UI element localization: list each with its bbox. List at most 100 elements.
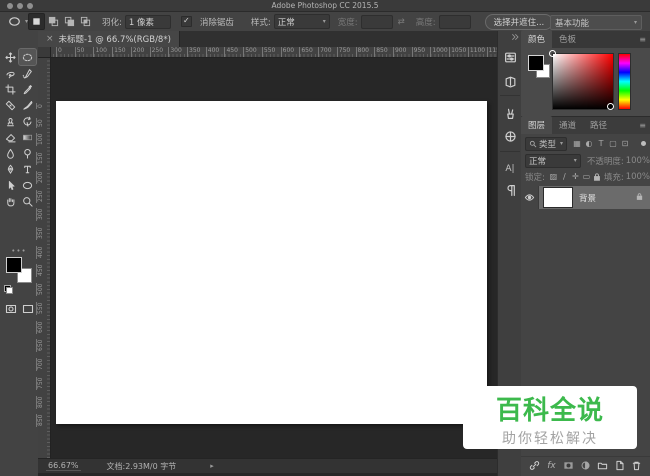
layer-row-background[interactable]: 背景 (521, 186, 650, 209)
tab-channels[interactable]: 通道 (552, 116, 583, 134)
select-and-mask-button[interactable]: 选择并遮住... (484, 13, 554, 30)
eraser-tool[interactable] (2, 129, 19, 145)
layer-visibility-toggle[interactable] (521, 186, 539, 209)
clone-stamp-tool[interactable] (2, 113, 19, 129)
crop-tool[interactable] (2, 81, 19, 97)
current-tool-icon[interactable]: ▾ (8, 15, 28, 28)
v-ruler-label: 300 (36, 207, 44, 222)
filter-pixel-layers-icon[interactable]: ▦ (571, 139, 583, 148)
layer-effects-icon[interactable]: fx (546, 460, 558, 472)
path-selection-tool[interactable] (2, 177, 19, 193)
hue-slider[interactable] (618, 53, 631, 110)
layers-panel-menu-icon[interactable]: ≡ (639, 121, 646, 130)
layer-filter-kind-select[interactable]: 类型 ▾ (525, 136, 568, 151)
h-ruler-label: 350 (187, 47, 200, 57)
zoom-level-field[interactable]: 66.67% (46, 461, 81, 471)
eyedropper-tool[interactable] (19, 81, 36, 97)
blur-tool[interactable] (2, 145, 19, 161)
filter-shape-layers-icon[interactable]: ▢ (607, 139, 619, 148)
clone-source-panel-icon[interactable] (502, 128, 518, 144)
lasso-tool[interactable] (2, 65, 19, 81)
layer-filter-toggle[interactable] (641, 141, 646, 146)
fill-label: 填充: (603, 172, 624, 183)
saturation-brightness-picker[interactable] (552, 53, 614, 110)
elliptical-marquee-tool[interactable] (18, 48, 37, 66)
search-icon (529, 140, 537, 147)
canvas[interactable] (56, 101, 487, 424)
vertical-ruler: 0 50 100 150 200 250 300 350 400 450 500 550 600 650 7… (36, 57, 51, 458)
new-selection-mode-button[interactable] (28, 13, 46, 30)
antialias-checkbox[interactable]: ✓ (180, 16, 192, 27)
link-layers-icon[interactable] (529, 460, 541, 472)
workspace-switcher[interactable]: 基本功能 ▾ (550, 15, 642, 30)
new-layer-icon[interactable] (614, 460, 626, 472)
add-to-selection-mode-button[interactable] (46, 14, 61, 29)
subtract-from-selection-mode-button[interactable] (62, 14, 77, 29)
brush-tool[interactable] (19, 97, 36, 113)
document-tab[interactable]: × 未标题-1 @ 66.7%(RGB/8*) (38, 31, 180, 47)
character-panel-icon[interactable]: A| (502, 161, 518, 177)
lock-artboard-icon[interactable]: ▭ (581, 172, 592, 181)
tab-swatches[interactable]: 色板 (552, 30, 583, 48)
expand-panels-icon[interactable] (511, 33, 519, 44)
ellipse-shape-tool[interactable] (19, 177, 36, 193)
history-brush-tool[interactable] (19, 113, 36, 129)
color-foreground-swatch[interactable] (528, 55, 544, 71)
default-colors-icon[interactable] (4, 285, 13, 294)
hand-tool[interactable] (2, 193, 19, 209)
lock-position-icon[interactable]: ✛ (570, 172, 581, 181)
foreground-color-swatch[interactable] (6, 257, 22, 273)
tab-paths[interactable]: 路径 (583, 116, 614, 134)
lock-pixels-icon[interactable]: ∕ (559, 172, 570, 181)
lock-transparency-icon[interactable]: ▨ (548, 172, 559, 181)
swap-width-height-icon[interactable]: ⇄ (398, 17, 405, 27)
filter-smart-objects-icon[interactable]: ⊡ (619, 139, 631, 148)
v-ruler-label: 200 (36, 170, 44, 184)
feather-input[interactable]: 1 像素 (124, 14, 171, 29)
h-ruler-label: 900 (392, 47, 406, 57)
width-input[interactable] (360, 14, 393, 29)
watermark-title: 百科全说 (495, 396, 604, 426)
spot-healing-brush-tool[interactable] (2, 97, 19, 113)
edit-toolbar-dots[interactable]: ••• (0, 247, 38, 255)
h-ruler-label: 150 (112, 47, 126, 57)
blend-mode-select[interactable]: 正常 ▾ (525, 153, 581, 168)
opacity-value[interactable]: 100% (626, 156, 650, 166)
height-input[interactable] (438, 14, 471, 29)
delete-layer-icon[interactable] (631, 460, 643, 472)
fill-value[interactable]: 100% (626, 172, 650, 182)
quick-mask-mode-button[interactable] (5, 303, 17, 318)
screen-mode-button[interactable] (22, 303, 34, 318)
adjustments-panel-icon[interactable] (502, 49, 518, 65)
zoom-tool[interactable] (19, 193, 36, 209)
titlebar: Adobe Photoshop CC 2015.5 (0, 0, 650, 12)
style-select-caret: ▾ (322, 18, 326, 25)
filter-adjustment-layers-icon[interactable]: ◐ (583, 139, 595, 148)
intersect-selection-mode-button[interactable] (78, 14, 93, 29)
quick-selection-tool[interactable] (19, 65, 36, 81)
dodge-tool[interactable] (19, 145, 36, 161)
move-tool[interactable] (2, 49, 19, 65)
type-tool[interactable] (19, 161, 36, 177)
paragraph-panel-icon[interactable] (502, 182, 518, 198)
gradient-tool[interactable] (19, 129, 36, 145)
close-document-icon[interactable]: × (46, 34, 54, 44)
v-ruler-label: 350 (36, 226, 44, 241)
color-panel-menu-icon[interactable]: ≡ (639, 35, 646, 44)
v-ruler-label: 650 (36, 338, 44, 353)
pen-tool[interactable] (2, 161, 19, 177)
style-select[interactable]: 正常 ▾ (273, 14, 330, 29)
foreground-background-colors[interactable]: ⇄ (6, 257, 32, 283)
libraries-panel-icon[interactable] (502, 73, 518, 89)
brush-presets-panel-icon[interactable] (502, 105, 518, 121)
new-group-icon[interactable] (597, 460, 609, 472)
filter-type-layers-icon[interactable]: T (595, 139, 607, 148)
h-ruler-label: 800 (355, 47, 369, 57)
add-layer-mask-icon[interactable] (563, 460, 575, 472)
tab-layers[interactable]: 图层 (521, 116, 553, 134)
lock-all-icon[interactable] (592, 172, 602, 182)
tab-color[interactable]: 颜色 (521, 30, 553, 48)
status-menu-arrow[interactable]: ▸ (210, 462, 214, 470)
layer-thumbnail[interactable] (543, 187, 573, 208)
new-adjustment-layer-icon[interactable] (580, 460, 592, 472)
